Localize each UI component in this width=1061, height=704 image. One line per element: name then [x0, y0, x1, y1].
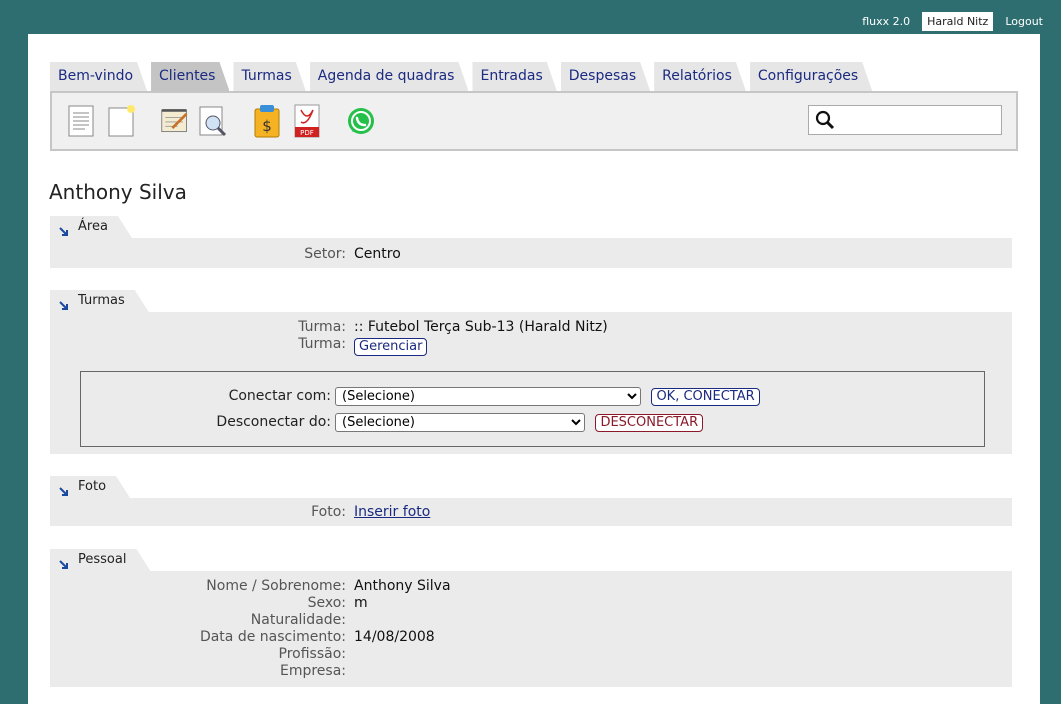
field-value: Anthony Silva — [354, 578, 451, 594]
field-label: Data de nascimento: — [199, 629, 346, 645]
section-foto-header: Foto — [50, 476, 130, 498]
section-title: Turmas — [78, 293, 125, 308]
connect-label: Conectar com: — [228, 388, 331, 404]
section-area-body: Setor: Centro — [50, 238, 1012, 268]
field-label: Sexo: — [307, 595, 346, 611]
field-label: Turma: — [298, 336, 346, 352]
new-document-icon[interactable] — [106, 105, 136, 137]
field-label: Profissão: — [278, 646, 346, 662]
edit-notepad-icon[interactable] — [160, 105, 190, 137]
section-foto-body: Foto: Inserir foto — [50, 498, 1012, 526]
disconnect-button[interactable]: DESCONECTAR — [595, 414, 704, 432]
field-value: Centro — [354, 246, 401, 262]
current-user[interactable]: Harald Nitz — [922, 12, 994, 31]
section-title: Pessoal — [78, 552, 127, 567]
svg-text:$: $ — [262, 117, 272, 135]
app-version: fluxx 2.0 — [862, 15, 911, 28]
tab-bem-vindo[interactable]: Bem-vindo — [50, 62, 147, 91]
tab-agenda-de-quadras[interactable]: Agenda de quadras — [310, 62, 469, 91]
tab-configuracoes[interactable]: Configurações — [750, 62, 872, 91]
field-value: 14/08/2008 — [354, 629, 435, 645]
insert-photo-link[interactable]: Inserir foto — [354, 504, 430, 521]
main-panel: Bem-vindo Clientes Turmas Agenda de quad… — [28, 34, 1040, 704]
field-value: :: Futebol Terça Sub-13 (Harald Nitz) — [354, 319, 608, 335]
search-input[interactable] — [839, 109, 997, 131]
svg-text:PDF: PDF — [300, 129, 314, 137]
field-value: m — [354, 595, 368, 611]
disconnect-select[interactable]: (Selecione) — [335, 413, 585, 432]
page-title: Anthony Silva — [49, 180, 187, 204]
toolbar: $ PDF — [50, 91, 1018, 151]
pdf-icon[interactable]: PDF — [292, 104, 322, 138]
tab-despesas[interactable]: Despesas — [561, 62, 650, 91]
connect-select[interactable]: (Selecione) — [335, 387, 641, 406]
field-label: Nome / Sobrenome: — [206, 578, 346, 594]
field-label: Empresa: — [279, 663, 346, 679]
tab-clientes[interactable]: Clientes — [151, 62, 229, 91]
field-label: Setor: — [304, 246, 346, 262]
section-area-header: Área — [50, 216, 132, 238]
tab-turmas[interactable]: Turmas — [233, 62, 305, 91]
field-label: Turma: — [298, 319, 346, 335]
tab-entradas[interactable]: Entradas — [472, 62, 556, 91]
whatsapp-icon[interactable] — [346, 105, 376, 137]
search-document-icon[interactable] — [198, 105, 228, 137]
search-box — [808, 105, 1002, 135]
list-document-icon[interactable] — [66, 105, 96, 137]
connect-box: Conectar com: (Selecione) OK, CONECTAR D… — [80, 371, 985, 447]
section-pessoal-body: Nome / Sobrenome: Anthony Silva Sexo: m … — [50, 571, 1012, 687]
section-title: Foto — [78, 479, 107, 494]
field-label: Naturalidade: — [250, 612, 346, 628]
disconnect-label: Desconectar do: — [216, 414, 331, 430]
connect-button[interactable]: OK, CONECTAR — [651, 388, 760, 406]
search-icon — [815, 110, 835, 134]
main-tabs: Bem-vindo Clientes Turmas Agenda de quad… — [50, 62, 872, 91]
logout-link[interactable]: Logout — [1001, 15, 1047, 28]
manage-button[interactable]: Gerenciar — [354, 338, 428, 356]
payment-clipboard-icon[interactable]: $ — [252, 105, 282, 138]
top-bar: fluxx 2.0 Harald Nitz Logout — [858, 12, 1047, 31]
section-title: Área — [78, 219, 108, 234]
section-turmas-header: Turmas — [50, 290, 149, 312]
section-pessoal-header: Pessoal — [50, 549, 150, 571]
section-turmas-body: Turma: :: Futebol Terça Sub-13 (Harald N… — [50, 312, 1012, 454]
field-label: Foto: — [311, 504, 346, 520]
tab-relatorios[interactable]: Relatórios — [654, 62, 746, 91]
